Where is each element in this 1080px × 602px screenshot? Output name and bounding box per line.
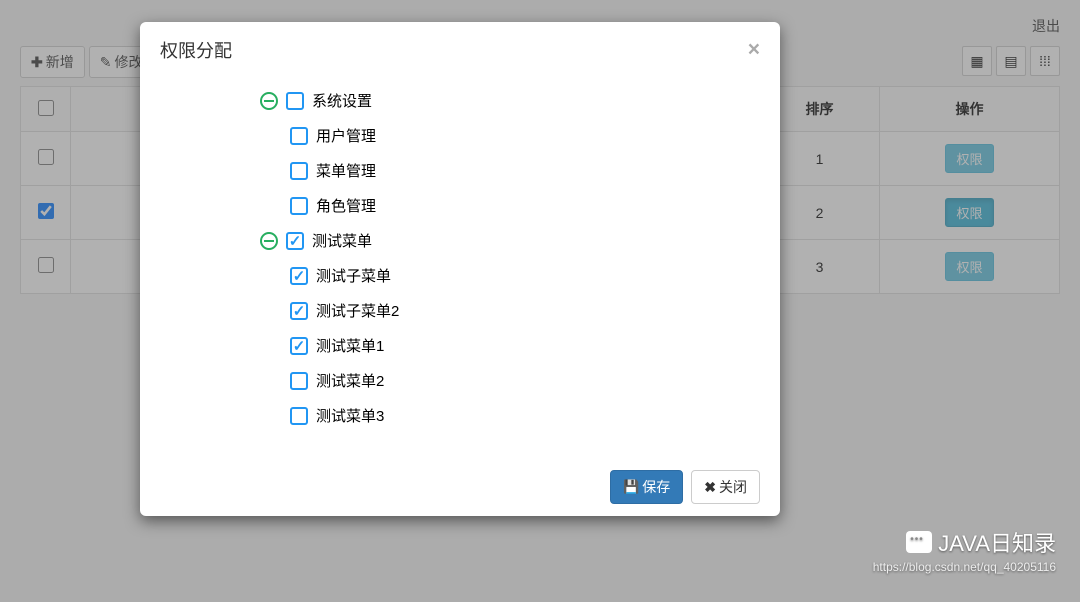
tree-checkbox[interactable] bbox=[290, 127, 308, 145]
tree-node: 测试子菜单2 bbox=[290, 293, 760, 328]
watermark: JAVA日知录 https://blog.csdn.net/qq_4020511… bbox=[873, 526, 1056, 574]
permission-modal: 权限分配 × 系统设置用户管理菜单管理角色管理测试菜单测试子菜单测试子菜单2 测试… bbox=[140, 22, 780, 516]
tree-node: 测试菜单3 bbox=[260, 398, 760, 433]
tree-node: 角色管理 bbox=[290, 188, 760, 223]
permission-tree: 系统设置用户管理菜单管理角色管理测试菜单测试子菜单测试子菜单2 测试菜单1 测试菜单… bbox=[160, 83, 760, 433]
wechat-icon bbox=[906, 531, 932, 553]
tree-label[interactable]: 测试子菜单2 bbox=[316, 300, 399, 321]
tree-checkbox[interactable] bbox=[286, 92, 304, 110]
tree-node: 菜单管理 bbox=[290, 153, 760, 188]
tree-label[interactable]: 测试子菜单 bbox=[316, 265, 391, 286]
modal-body: 系统设置用户管理菜单管理角色管理测试菜单测试子菜单测试子菜单2 测试菜单1 测试菜单… bbox=[140, 78, 780, 458]
tree-label[interactable]: 系统设置 bbox=[312, 90, 372, 111]
save-icon: 💾 bbox=[623, 479, 639, 495]
tree-label[interactable]: 测试菜单3 bbox=[316, 405, 384, 426]
tree-checkbox[interactable] bbox=[290, 267, 308, 285]
tree-node: 测试菜单2 bbox=[260, 363, 760, 398]
collapse-icon[interactable] bbox=[260, 232, 278, 250]
tree-node: 系统设置 bbox=[260, 83, 760, 118]
tree-checkbox[interactable] bbox=[290, 302, 308, 320]
tree-label[interactable]: 测试菜单 bbox=[312, 230, 372, 251]
tree-label[interactable]: 用户管理 bbox=[316, 125, 376, 146]
tree-checkbox[interactable] bbox=[286, 232, 304, 250]
tree-node: 测试菜单 bbox=[260, 223, 760, 258]
close-icon[interactable]: × bbox=[748, 38, 760, 62]
modal-title: 权限分配 bbox=[160, 37, 232, 63]
tree-label[interactable]: 测试菜单2 bbox=[316, 370, 384, 391]
tree-node: 用户管理 bbox=[290, 118, 760, 153]
tree-checkbox[interactable] bbox=[290, 197, 308, 215]
modal-footer: 💾保存 ✖关闭 bbox=[140, 458, 780, 516]
tree-label[interactable]: 菜单管理 bbox=[316, 160, 376, 181]
close-button[interactable]: ✖关闭 bbox=[691, 470, 760, 504]
tree-node: 测试子菜单 bbox=[290, 258, 760, 293]
tree-checkbox[interactable] bbox=[290, 337, 308, 355]
tree-label[interactable]: 测试菜单1 bbox=[316, 335, 384, 356]
tree-node: 测试菜单1 bbox=[260, 328, 760, 363]
tree-label[interactable]: 角色管理 bbox=[316, 195, 376, 216]
modal-header: 权限分配 × bbox=[140, 22, 780, 78]
save-button[interactable]: 💾保存 bbox=[610, 470, 683, 504]
tree-checkbox[interactable] bbox=[290, 162, 308, 180]
tree-checkbox[interactable] bbox=[290, 407, 308, 425]
collapse-icon[interactable] bbox=[260, 92, 278, 110]
tree-checkbox[interactable] bbox=[290, 372, 308, 390]
x-icon: ✖ bbox=[704, 479, 716, 496]
